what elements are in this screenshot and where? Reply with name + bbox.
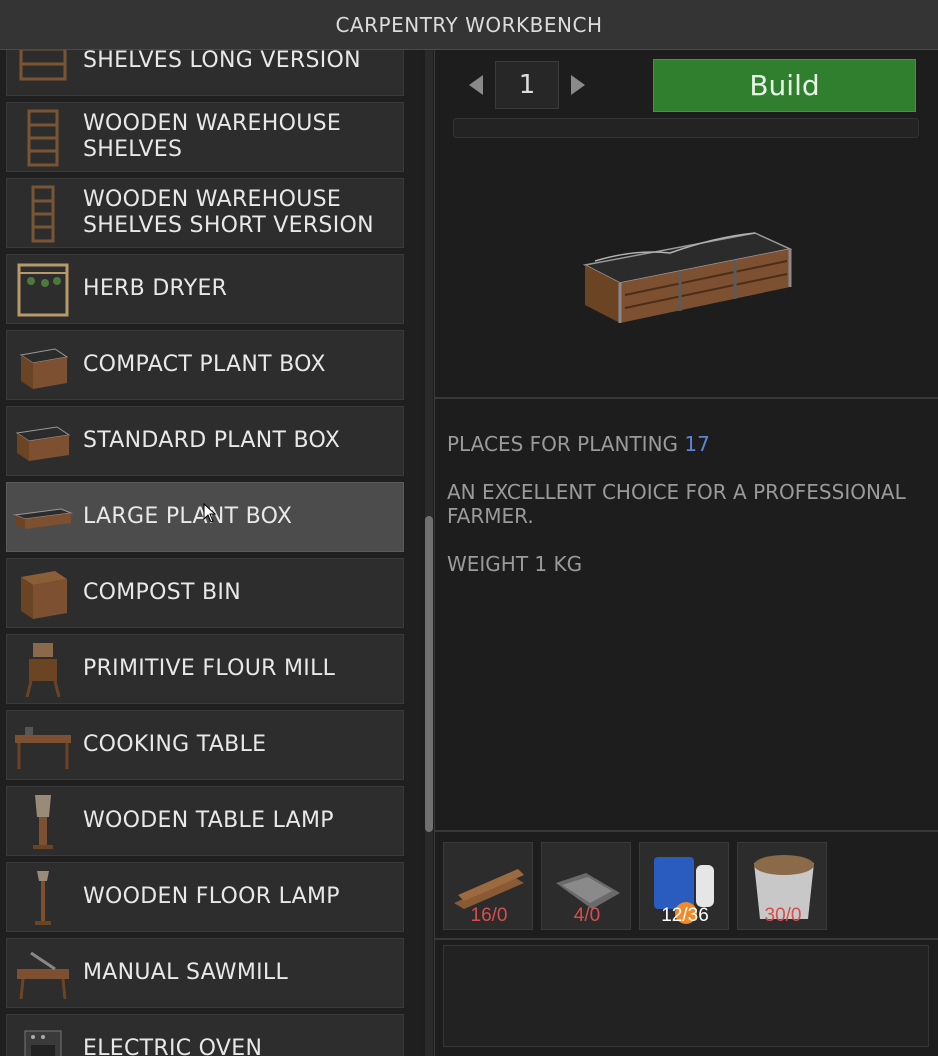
compost-bin-icon [11,561,75,625]
standard-plant-box-icon [11,409,75,473]
table-lamp-icon [11,789,75,853]
recipe-item-label: PRIMITIVE FLOUR MILL [83,656,336,681]
description-text: AN EXCELLENT CHOICE FOR A PROFESSIONAL F… [447,480,906,528]
recipe-item[interactable]: COMPOST BIN [6,558,404,628]
recipe-item[interactable]: WOODEN TABLE LAMP [6,786,404,856]
large-plant-box-preview-icon [582,232,793,323]
item-description: PLACES FOR PLANTING 17 AN EXCELLENT CHOI… [447,432,937,600]
recipe-item[interactable]: HERB DRYER [6,254,404,324]
recipe-item-label: HERB DRYER [83,276,228,301]
build-button[interactable]: Build [653,59,916,112]
sawmill-icon [11,941,75,1005]
recipe-item-label: ELECTRIC OVEN [83,1036,263,1056]
recipe-item[interactable]: COOKING TABLE [6,710,404,780]
ingredient-count: 16/0 [470,905,508,926]
quantity-selector: 1 [465,60,589,110]
floor-lamp-icon [11,865,75,929]
recipe-item[interactable]: PRIMITIVE FLOUR MILL [6,634,404,704]
warehouse-shelves-icon [11,105,75,169]
section-divider [435,938,938,940]
ingredient-slot[interactable]: 12/36 [639,842,729,930]
recipe-list: SHELVES LONG VERSION WOODEN WAREHOUSE SHE… [6,50,404,1056]
planting-stat: PLACES FOR PLANTING 17 [447,432,937,456]
recipe-item[interactable]: WOODEN WAREHOUSE SHELVES SHORT VERSION [6,178,404,248]
warehouse-shelves-short-icon [11,181,75,245]
recipe-item[interactable]: COMPACT PLANT BOX [6,330,404,400]
ingredient-count: 12/36 [661,905,709,926]
build-progress-bar [453,118,919,138]
triangle-right-icon [571,75,585,95]
recipe-item-label: WOODEN TABLE LAMP [83,808,334,833]
recipe-item-label: MANUAL SAWMILL [83,960,289,985]
recipe-item[interactable]: MANUAL SAWMILL [6,938,404,1008]
details-panel: 1 Build PLACES FOR PLANTING 17 AN EXCELL… [434,50,938,1056]
recipe-item-label: WOODEN WAREHOUSE SHELVES SHORT VERSION [83,187,374,238]
section-divider [435,397,938,399]
recipe-item[interactable]: SHELVES LONG VERSION [6,50,404,96]
triangle-left-icon [469,75,483,95]
info-box [443,945,929,1047]
recipe-item[interactable]: WOODEN FLOOR LAMP [6,862,404,932]
recipe-list-panel: SHELVES LONG VERSION WOODEN WAREHOUSE SHE… [0,50,420,1056]
recipe-item-label: SHELVES LONG VERSION [83,50,361,73]
ingredient-count: 30/0 [764,905,802,926]
section-divider [435,830,938,832]
mouse-cursor-icon [203,502,217,527]
recipe-item-label: COOKING TABLE [83,732,267,757]
ingredients-row: 16/0 4/0 12/36 30/0 [443,842,827,930]
large-plant-box-icon [11,485,75,549]
ingredient-count: 4/0 [573,905,601,926]
planting-value: 17 [684,432,710,456]
flour-mill-icon [11,637,75,701]
quantity-decrease-button[interactable] [465,70,487,100]
recipe-item-label: WOODEN WAREHOUSE SHELVES [83,111,342,162]
recipe-item-label: STANDARD PLANT BOX [83,428,341,453]
weight-text: WEIGHT 1 KG [447,552,583,576]
item-preview [435,145,938,395]
recipe-item[interactable]: LARGE PLANT BOX [6,482,404,552]
ingredient-slot[interactable]: 30/0 [737,842,827,930]
planting-label: PLACES FOR PLANTING [447,432,679,456]
scrollbar-thumb[interactable] [425,516,433,832]
recipe-item-label: COMPOST BIN [83,580,241,605]
ingredient-slot[interactable]: 4/0 [541,842,631,930]
cooking-table-icon [11,713,75,777]
recipe-list-scrollbar[interactable] [425,50,433,1056]
quantity-increase-button[interactable] [567,70,589,100]
recipe-item[interactable]: ELECTRIC OVEN [6,1014,404,1056]
window-title: CARPENTRY WORKBENCH [0,0,938,50]
recipe-item-label: COMPACT PLANT BOX [83,352,326,377]
quantity-field[interactable]: 1 [495,61,559,109]
recipe-item[interactable]: WOODEN WAREHOUSE SHELVES [6,102,404,172]
herb-dryer-icon [11,257,75,321]
ingredient-slot[interactable]: 16/0 [443,842,533,930]
compact-plant-box-icon [11,333,75,397]
recipe-item-label: WOODEN FLOOR LAMP [83,884,340,909]
recipe-item-label: LARGE PLANT BOX [83,504,293,529]
shelves-long-icon [11,50,75,93]
electric-oven-icon [11,1017,75,1056]
recipe-item[interactable]: STANDARD PLANT BOX [6,406,404,476]
